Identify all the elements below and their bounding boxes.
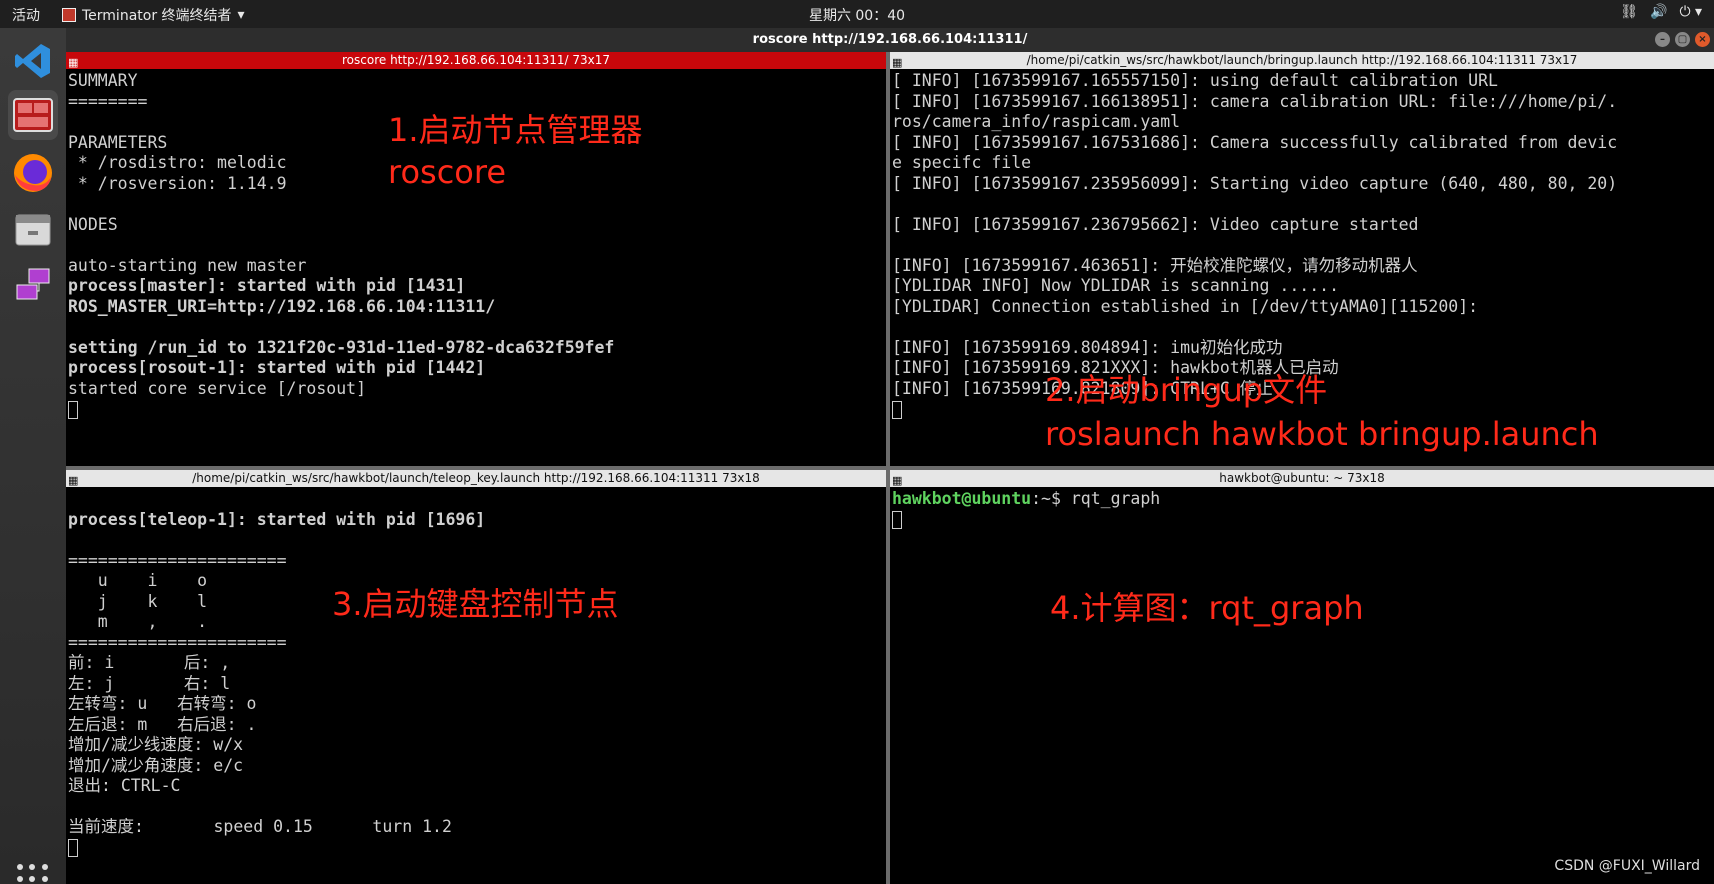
term-line: 左后退: m 右后退: . bbox=[68, 714, 257, 734]
cursor bbox=[68, 400, 78, 419]
term-line: [YDLIDAR INFO] Now YDLIDAR is scanning .… bbox=[892, 276, 1340, 295]
term-line: m , . bbox=[68, 612, 208, 631]
term-line: SUMMARY bbox=[68, 71, 138, 90]
annotation-bringup-cmd: roslaunch hawkbot bringup.launch bbox=[1045, 415, 1599, 453]
term-line: [ INFO] [1673599167.235956099]: Starting… bbox=[892, 173, 1618, 193]
app-menu[interactable]: Terminator 终端终结者 ▾ bbox=[62, 5, 245, 25]
term-line: [ INFO] [1673599167.167531686]: Camera s… bbox=[892, 132, 1618, 152]
term-line: [ INFO] [1673599167.165557150]: using de… bbox=[892, 71, 1498, 90]
terminator-dock-icon[interactable] bbox=[8, 90, 58, 140]
minimize-button[interactable]: – bbox=[1655, 32, 1670, 47]
terminal-output[interactable]: hawkbot@ubuntu:~$ rqt_graph bbox=[892, 489, 1712, 884]
firefox-icon[interactable] bbox=[8, 148, 58, 198]
term-line: [ INFO] [1673599167.236795662]: Video ca… bbox=[892, 214, 1419, 234]
term-line: process[teleop-1]: started with pid [169… bbox=[68, 509, 486, 529]
term-line: 当前速度: speed 0.15 turn 1.2 bbox=[68, 817, 452, 836]
chevron-down-icon: ▾ bbox=[237, 7, 245, 23]
maximize-button[interactable]: ▢ bbox=[1675, 32, 1690, 47]
grid-icon[interactable]: ▦ bbox=[68, 472, 78, 489]
files-icon[interactable] bbox=[8, 204, 58, 254]
annotation-roscore-cmd: roscore bbox=[388, 153, 507, 191]
system-tray[interactable]: ⛓ 🔊 ⏻ ▾ bbox=[1620, 4, 1702, 20]
term-line: 增加/减少角速度: e/c bbox=[68, 755, 244, 775]
annotation-teleop: 3.启动键盘控制节点 bbox=[332, 585, 619, 623]
activities-button[interactable]: 活动 bbox=[12, 5, 40, 25]
grid-icon[interactable]: ▦ bbox=[68, 54, 78, 71]
power-icon[interactable]: ⏻ ▾ bbox=[1679, 4, 1702, 20]
annotation-roscore-title: 1.启动节点管理器 bbox=[388, 111, 643, 149]
window-titlebar[interactable]: roscore http://192.168.66.104:11311/ – ▢… bbox=[66, 28, 1714, 52]
term-line: ====================== bbox=[68, 550, 287, 570]
pane-title: /home/pi/catkin_ws/src/hawkbot/launch/br… bbox=[1026, 53, 1578, 67]
term-line: ====================== bbox=[68, 632, 287, 652]
term-line: 左: j 右: l bbox=[68, 673, 231, 693]
term-line: 前: i 后: , bbox=[68, 653, 231, 672]
term-line: started core service [/rosout] bbox=[68, 378, 367, 398]
terminal-output[interactable]: process[teleop-1]: started with pid [169… bbox=[68, 489, 884, 884]
term-line: ROS_MASTER_URI=http://192.168.66.104:113… bbox=[68, 296, 496, 316]
pane-title: roscore http://192.168.66.104:11311/ 73x… bbox=[342, 53, 610, 67]
term-line: ======== bbox=[68, 91, 148, 111]
term-line: u i o bbox=[68, 571, 208, 590]
term-line: [INFO] [1673599167.463651]: 开始校准陀螺仪，请勿移动… bbox=[892, 255, 1418, 275]
pane-title-bar[interactable]: ▦ roscore http://192.168.66.104:11311/ 7… bbox=[66, 52, 886, 69]
pane-title: hawkbot@ubuntu: ~ 73x18 bbox=[1219, 471, 1385, 485]
prompt-path: :~$ bbox=[1031, 489, 1071, 508]
pane-title: /home/pi/catkin_ws/src/hawkbot/launch/te… bbox=[192, 471, 760, 485]
pane-title-bar[interactable]: ▦ /home/pi/catkin_ws/src/hawkbot/launch/… bbox=[66, 470, 886, 487]
term-line: process[master]: started with pid [1431] bbox=[68, 276, 466, 295]
pane-title-bar[interactable]: ▦ hawkbot@ubuntu: ~ 73x18 bbox=[890, 470, 1714, 487]
term-line: PARAMETERS bbox=[68, 132, 168, 152]
cursor bbox=[68, 839, 78, 857]
term-line: * /rosdistro: melodic bbox=[68, 153, 287, 172]
pane-title-bar[interactable]: ▦ /home/pi/catkin_ws/src/hawkbot/launch/… bbox=[890, 52, 1714, 69]
term-line: 增加/减少线速度: w/x bbox=[68, 735, 244, 754]
prompt-user: hawkbot@ubuntu bbox=[892, 489, 1032, 508]
cursor bbox=[892, 400, 902, 419]
window-title: roscore http://192.168.66.104:11311/ bbox=[752, 32, 1028, 47]
terminal-pane-shell[interactable]: ▦ hawkbot@ubuntu: ~ 73x18 hawkbot@ubuntu… bbox=[890, 470, 1714, 884]
grid-icon[interactable]: ▦ bbox=[892, 54, 902, 71]
term-line: [ INFO] [1673599167.166138951]: camera c… bbox=[892, 91, 1618, 111]
term-line: auto-starting new master bbox=[68, 255, 307, 275]
term-line: 退出: CTRL-C bbox=[68, 776, 181, 795]
annotation-rqt-graph: 4.计算图：rqt_graph bbox=[1050, 589, 1364, 627]
horizontal-splitter[interactable] bbox=[66, 466, 1714, 470]
grid-icon[interactable]: ▦ bbox=[892, 472, 902, 489]
cursor bbox=[892, 511, 902, 529]
top-bar: 活动 Terminator 终端终结者 ▾ 星期六 00：40 ⛓ 🔊 ⏻ ▾ bbox=[0, 0, 1714, 28]
vscode-icon[interactable] bbox=[8, 36, 58, 86]
term-line: setting /run_id to 1321f20c-931d-11ed-97… bbox=[68, 337, 615, 357]
app-name: Terminator 终端终结者 bbox=[82, 8, 232, 24]
dock bbox=[0, 28, 66, 884]
term-line: j k l bbox=[68, 591, 208, 611]
term-line: ros/camera_info/raspicam.yaml bbox=[892, 112, 1181, 131]
clock[interactable]: 星期六 00：40 bbox=[0, 5, 1714, 25]
term-line: NODES bbox=[68, 214, 118, 234]
remote-desktop-icon[interactable] bbox=[8, 260, 58, 310]
network-icon[interactable]: ⛓ bbox=[1620, 4, 1638, 20]
command-text: rqt_graph bbox=[1070, 489, 1161, 508]
watermark: CSDN @FUXI_Willard bbox=[1554, 858, 1700, 874]
term-line: process[rosout-1]: started with pid [144… bbox=[68, 358, 486, 377]
volume-icon[interactable]: 🔊 bbox=[1650, 4, 1667, 20]
term-line: [INFO] [1673599169.804894]: imu初始化成功 bbox=[892, 337, 1283, 357]
annotation-bringup-title: 2.启动bringup文件 bbox=[1045, 371, 1328, 409]
terminal-pane-teleop[interactable]: ▦ /home/pi/catkin_ws/src/hawkbot/launch/… bbox=[66, 470, 886, 884]
term-line: 左转弯: u 右转弯: o bbox=[68, 694, 257, 713]
terminator-icon bbox=[62, 8, 76, 22]
show-applications-icon[interactable] bbox=[17, 864, 49, 884]
term-line: e specifc file bbox=[892, 153, 1032, 172]
term-line: * /rosversion: 1.14.9 bbox=[68, 173, 287, 193]
term-line: [YDLIDAR] Connection established in [/de… bbox=[892, 296, 1479, 316]
close-button[interactable]: × bbox=[1695, 32, 1710, 47]
